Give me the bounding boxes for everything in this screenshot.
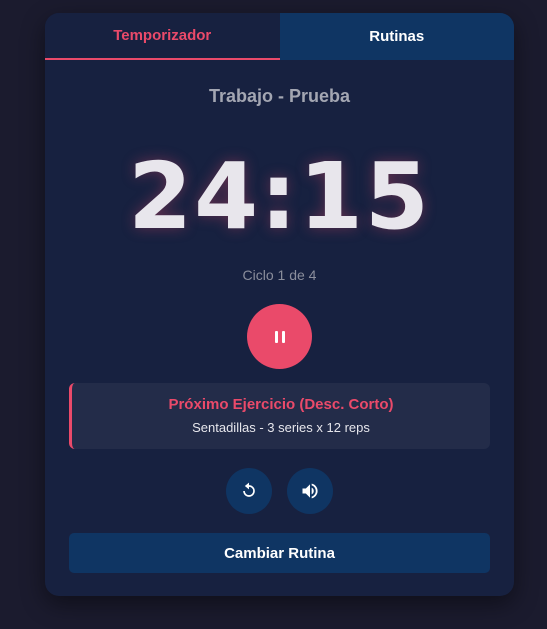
cycle-counter: Ciclo 1 de 4 (242, 267, 317, 283)
timer-card: Temporizador Rutinas Trabajo - Prueba 24… (45, 13, 514, 596)
change-routine-button[interactable]: Cambiar Rutina (69, 533, 490, 573)
restart-icon (243, 482, 255, 497)
next-exercise-panel: Próximo Ejercicio (Desc. Corto) Sentadil… (69, 383, 490, 449)
pause-button[interactable] (247, 304, 312, 369)
sound-button[interactable] (287, 468, 333, 514)
timer-display: 24:15 (128, 143, 431, 250)
session-title: Trabajo - Prueba (208, 86, 351, 106)
next-exercise-detail: Sentadillas - 3 series x 12 reps (192, 420, 370, 435)
tab-rutinas[interactable]: Rutinas (279, 13, 514, 60)
pause-icon (274, 330, 285, 343)
reset-button[interactable] (226, 468, 272, 514)
tab-temporizador[interactable]: Temporizador (45, 13, 280, 60)
volume-icon (302, 483, 318, 499)
tab-bar: Temporizador Rutinas (45, 13, 514, 60)
next-exercise-title: Próximo Ejercicio (Desc. Corto) (168, 396, 394, 413)
